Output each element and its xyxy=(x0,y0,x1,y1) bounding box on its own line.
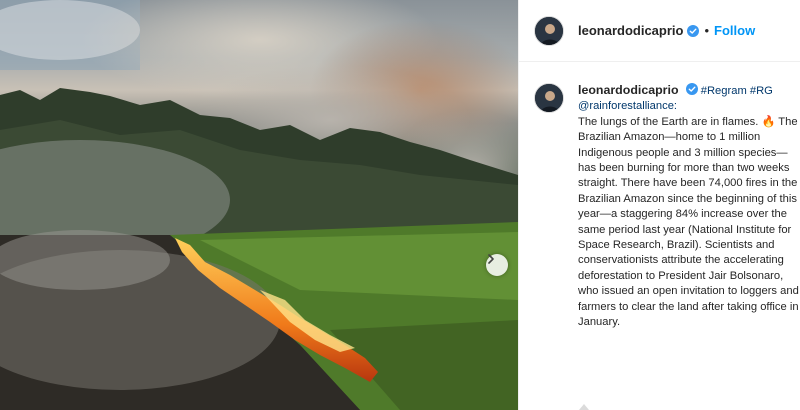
profile-photo-icon xyxy=(535,84,563,112)
next-image-button[interactable] xyxy=(486,254,508,276)
avatar[interactable] xyxy=(534,15,564,46)
caption-body: The lungs of the Earth are in flames. 🔥 … xyxy=(578,115,799,329)
hashtag-regram[interactable]: #Regram xyxy=(701,85,747,97)
caption-avatar[interactable] xyxy=(534,83,564,113)
mention-rainforestalliance[interactable]: @rainforestalliance: xyxy=(578,100,677,112)
post-image[interactable] xyxy=(0,0,518,410)
verified-badge-icon xyxy=(685,83,698,95)
post-details-panel: leonardodicaprio • Follow leonardodicapr… xyxy=(518,0,800,410)
caption-text: leonardodicaprio #Regram #RG @rainforest… xyxy=(578,83,799,331)
follow-button[interactable]: Follow xyxy=(714,23,755,38)
profile-photo-icon xyxy=(535,16,563,45)
username-link[interactable]: leonardodicaprio xyxy=(578,23,683,38)
hashtag-rg[interactable]: #RG xyxy=(750,85,773,97)
caption: leonardodicaprio #Regram #RG @rainforest… xyxy=(534,83,799,331)
burning-forest-image xyxy=(0,0,518,410)
chevron-right-icon xyxy=(488,254,494,264)
verified-badge-icon xyxy=(687,24,700,37)
post-header: leonardodicaprio • Follow xyxy=(519,0,800,62)
caption-username-link[interactable]: leonardodicaprio xyxy=(578,83,679,97)
separator-dot: • xyxy=(704,23,710,38)
more-indicator-icon xyxy=(579,404,589,410)
